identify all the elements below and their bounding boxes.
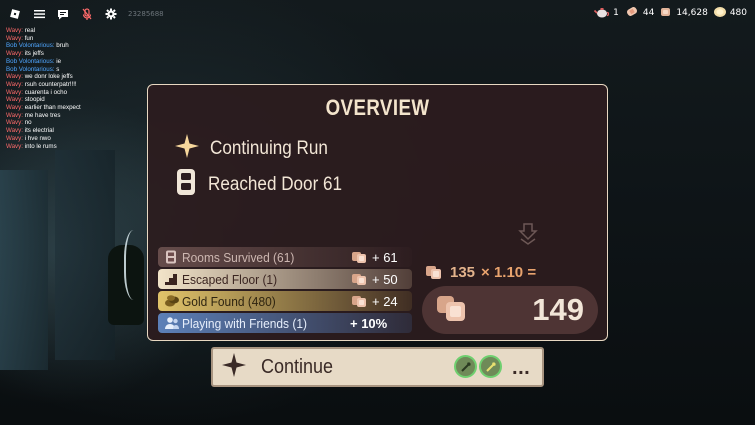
avatar — [479, 355, 502, 378]
knob-count: 14,628 — [676, 8, 708, 18]
chat-line: Wavy: rsuh counterpatr!!!! — [6, 80, 77, 88]
avatar — [454, 355, 477, 378]
chat-line: Wavy: fun — [6, 34, 34, 42]
roblox-logo-icon[interactable] — [8, 7, 22, 21]
rooms-survived-label: Rooms Survived (61) — [182, 249, 295, 265]
chat-line: Wavy: real — [6, 27, 36, 34]
mic-muted-icon[interactable] — [80, 7, 94, 21]
escaped-floor-row: Escaped Floor (1) + 50 — [158, 269, 412, 289]
teapot-stat: 1 — [594, 6, 619, 21]
continue-button[interactable]: Continue ... — [211, 347, 544, 387]
overview-panel: OVERVIEW Continuing Run Reached Door 61 … — [147, 84, 608, 341]
teapot-count: 1 — [613, 8, 619, 18]
user-id: 23285688 — [128, 10, 164, 18]
gold-found-value: + 24 — [350, 291, 398, 311]
wall-shadow — [55, 150, 115, 360]
chat-line: Wavy: its electrial — [6, 127, 54, 135]
multiplier: × 1.10 = — [481, 263, 537, 281]
chat-line: Bob Volontarious: ie — [6, 57, 62, 65]
playing-with-friends-label: Playing with Friends (1) — [182, 315, 307, 331]
knob-icon — [426, 266, 441, 279]
door-text: Reached Door 61 — [208, 174, 343, 195]
gold-icon — [713, 6, 727, 21]
total-value: 149 — [532, 292, 584, 327]
party-avatars — [454, 355, 502, 378]
chat-line: Bob Volontarious: s — [6, 65, 60, 73]
gold-found-label: Gold Found (480) — [182, 293, 276, 309]
chat-line: Wavy: earlier than mexpect — [6, 104, 81, 112]
gold-found-row: Gold Found (480) + 24 — [158, 291, 412, 311]
menu-icon[interactable] — [32, 7, 46, 21]
escaped-floor-label: Escaped Floor (1) — [182, 271, 278, 287]
chat-line: Wavy: stoopid — [6, 96, 45, 104]
subtotal: 135 — [450, 263, 476, 281]
bandage-count: 44 — [642, 8, 655, 18]
currency-bar: 1 44 14,628 480 — [594, 5, 747, 21]
chat-line: Wavy: me have tres — [6, 111, 61, 119]
run-status-text: Continuing Run — [210, 138, 328, 159]
knob-icon — [352, 274, 366, 285]
door-row: Reached Door 61 — [174, 168, 357, 202]
chat-line: Wavy: cuarenta i ocho — [6, 88, 68, 96]
chat-line: Wavy: into le rums — [6, 142, 57, 150]
knob-icon — [659, 6, 673, 21]
sparkle-icon — [221, 352, 247, 382]
friends-icon — [164, 316, 179, 330]
door-icon — [164, 250, 178, 264]
gold-coins-icon — [164, 294, 179, 308]
reward-breakdown: Rooms Survived (61) + 61 Escaped Floor (… — [158, 247, 412, 335]
overview-title: OVERVIEW — [325, 95, 430, 120]
chat-line: Bob Volontarious: bruh — [6, 42, 69, 50]
knob-icon — [352, 252, 366, 263]
chat-line: Wavy: its jeffs — [6, 50, 44, 58]
knob-stat: 14,628 — [659, 6, 708, 21]
continue-label: Continue — [261, 355, 334, 378]
teapot-icon — [594, 6, 610, 21]
playing-with-friends-value: + 10% — [350, 315, 388, 331]
wall-shadow — [0, 170, 48, 370]
door-icon — [174, 168, 198, 202]
stairs-icon — [164, 272, 178, 286]
knob-icon — [352, 296, 366, 307]
total-reward: 149 — [422, 286, 598, 334]
rooms-survived-row: Rooms Survived (61) + 61 — [158, 247, 412, 267]
knob-icon — [434, 292, 468, 328]
chat-line: Wavy: i hve nwo — [6, 134, 51, 142]
settings-icon[interactable] — [104, 7, 118, 21]
bandage-icon — [624, 5, 640, 21]
chat-line: Wavy: we donr loke jeffs — [6, 73, 73, 81]
gold-count: 480 — [729, 8, 747, 18]
chevron-down-icon — [518, 223, 538, 249]
playing-with-friends-row: Playing with Friends (1) + 10% — [158, 313, 412, 333]
bandage-stat: 44 — [624, 5, 654, 21]
sparkle-icon — [174, 133, 200, 165]
chat-log: Wavy: real Wavy: fun Bob Volontarious: b… — [6, 27, 81, 150]
chat-icon[interactable] — [56, 7, 70, 21]
run-status-row: Continuing Run — [174, 133, 341, 165]
rooms-survived-value: + 61 — [350, 247, 398, 267]
reward-formula: 135 × 1.10 = — [424, 263, 536, 281]
roblox-topbar: 23285688 — [8, 7, 164, 21]
light-glow — [124, 230, 148, 300]
gold-stat: 480 — [713, 6, 747, 21]
more-indicator: ... — [511, 359, 530, 378]
chat-line: Wavy: no — [6, 119, 32, 127]
escaped-floor-value: + 50 — [350, 269, 398, 289]
